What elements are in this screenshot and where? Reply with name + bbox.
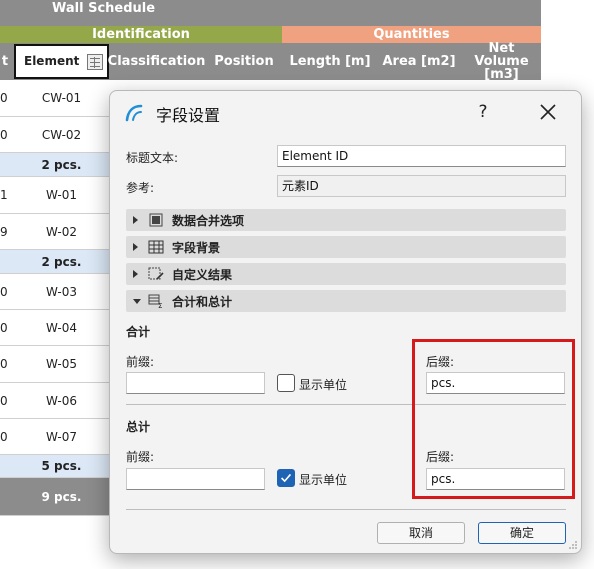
cancel-button[interactable]: 取消 <box>377 522 465 544</box>
partial-cell: 1 <box>0 188 8 202</box>
help-button[interactable]: ? <box>468 99 498 125</box>
subtotal-prefix-input[interactable] <box>126 372 265 394</box>
header-text-label: 标题文本: <box>126 151 179 165</box>
header-classification: Classification <box>107 54 206 69</box>
header-partial-left: t <box>1 54 9 69</box>
subtotal-prefix-label: 前缀: <box>126 355 155 369</box>
header-element[interactable]: Element <box>14 44 109 79</box>
app-logo-icon <box>125 104 143 122</box>
section-data-merge-options[interactable]: 数据合并选项 <box>126 209 566 231</box>
close-icon[interactable] <box>530 99 566 125</box>
partial-cell: 0 <box>0 357 8 371</box>
element-id-cell: W-05 <box>46 357 77 371</box>
element-id-cell: W-02 <box>46 225 77 239</box>
group-identification: Identification <box>0 26 282 43</box>
total-prefix-label: 前缀: <box>126 450 155 464</box>
section-label: 字段背景 <box>172 241 221 255</box>
header-position: Position <box>214 54 274 69</box>
svg-text:Σ: Σ <box>158 302 162 308</box>
collapse-arrow-icon <box>133 243 138 251</box>
section-custom-result[interactable]: 自定义结果 <box>126 263 566 285</box>
schedule-header-row: t Element Classification Position Length… <box>0 41 541 82</box>
dialog-title: 字段设置 <box>156 106 221 125</box>
subtotal-show-unit-checkbox[interactable] <box>277 374 295 392</box>
field-settings-dialog: 字段设置 ? 标题文本: Element ID 参考: 元素ID 数据合并选项 … <box>109 90 582 554</box>
total-prefix-input[interactable] <box>126 468 265 490</box>
element-id-cell: 2 pcs. <box>41 158 82 172</box>
field-settings-icon[interactable] <box>87 54 103 70</box>
element-id-cell: W-06 <box>46 394 77 408</box>
collapse-arrow-icon <box>133 216 138 224</box>
subtotal-show-unit-label: 显示单位 <box>299 378 348 392</box>
section-label: 合计和总计 <box>172 295 233 309</box>
partial-cell: 0 <box>0 128 8 142</box>
element-id-cell: W-07 <box>46 430 77 444</box>
section-subtotal-and-total[interactable]: Σ 合计和总计 <box>126 290 566 312</box>
divider <box>126 509 566 510</box>
subtotal-heading: 合计 <box>126 325 151 339</box>
reference-label: 参考: <box>126 181 155 195</box>
section-label: 自定义结果 <box>172 268 233 282</box>
sum-icon: Σ <box>148 294 162 308</box>
highlight-suffix-box <box>412 339 575 499</box>
header-text-input[interactable]: Element ID <box>277 145 566 167</box>
element-id-cell: W-03 <box>46 285 77 299</box>
schedule-title: Wall Schedule <box>0 0 541 26</box>
partial-cell: 0 <box>0 321 8 335</box>
reference-field: 元素ID <box>277 175 566 197</box>
element-id-cell: 5 pcs. <box>41 459 82 473</box>
section-field-background[interactable]: 字段背景 <box>126 236 566 258</box>
element-id-cell: 2 pcs. <box>41 255 82 269</box>
partial-cell: 0 <box>0 285 8 299</box>
partial-cell: 0 <box>0 430 8 444</box>
total-heading: 总计 <box>126 420 151 434</box>
merge-icon <box>149 213 163 227</box>
ok-button[interactable]: 确定 <box>478 522 566 544</box>
collapse-arrow-icon <box>133 270 138 278</box>
header-net-volume: Net Volume [m3] <box>474 41 529 82</box>
element-id-cell: W-01 <box>46 188 77 202</box>
total-show-unit-label: 显示单位 <box>299 473 348 487</box>
table-grid-icon <box>148 240 164 254</box>
resize-grip-icon[interactable] <box>568 540 578 550</box>
partial-cell: 9 <box>0 225 8 239</box>
header-area: Area [m2] <box>382 54 456 69</box>
element-id-cell: CW-01 <box>41 91 82 105</box>
element-id-cell: CW-02 <box>41 128 82 142</box>
header-length: Length [m] <box>289 54 371 69</box>
section-label: 数据合并选项 <box>172 214 245 228</box>
header-element-label: Element <box>24 54 80 68</box>
total-show-unit-checkbox[interactable] <box>277 469 295 487</box>
partial-cell: 0 <box>0 394 8 408</box>
checkmark-icon <box>280 473 292 483</box>
element-id-cell: W-04 <box>46 321 77 335</box>
expand-arrow-icon <box>133 299 141 304</box>
element-id-cell: 9 pcs. <box>41 490 82 504</box>
partial-cell: 0 <box>0 91 8 105</box>
custom-result-icon <box>148 267 164 280</box>
